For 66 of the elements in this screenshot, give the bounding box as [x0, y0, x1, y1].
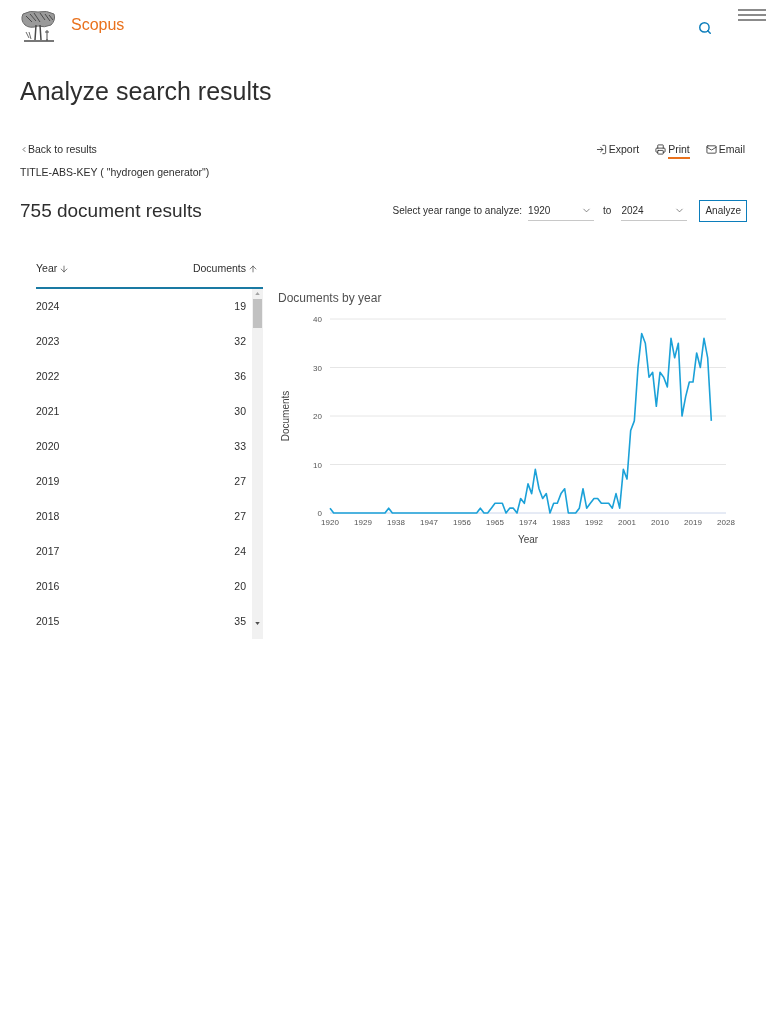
scroll-down-arrow-icon[interactable] [255, 622, 260, 625]
year-value: 2016 [36, 578, 60, 594]
back-to-results-link[interactable]: Back to results [20, 142, 97, 156]
x-tick-label: 1956 [453, 518, 471, 527]
x-tick-label: 2019 [684, 518, 702, 527]
year-value: 2018 [36, 508, 60, 524]
year-value: 2017 [36, 543, 60, 559]
analyze-button[interactable]: Analyze [699, 200, 747, 222]
y-tick-label: 10 [313, 460, 322, 470]
document-count: 30 [234, 403, 246, 419]
x-tick-label: 1947 [420, 518, 438, 527]
y-axis-title: Documents [280, 390, 291, 442]
y-tick-label: 0 [317, 509, 322, 518]
y-tick-label: 40 [313, 315, 322, 324]
document-count: 20 [234, 578, 246, 594]
document-count: 27 [234, 473, 246, 489]
search-icon[interactable] [698, 21, 712, 35]
print-button[interactable]: Print [655, 141, 690, 157]
document-count: 32 [234, 333, 246, 349]
document-count: 27 [234, 508, 246, 524]
scrollbar-track[interactable] [252, 289, 263, 639]
email-button[interactable]: Email [705, 141, 745, 157]
year-value: 2015 [36, 613, 60, 629]
year-value: 2024 [36, 298, 60, 314]
scrollbar-thumb[interactable] [253, 299, 262, 328]
document-count: 19 [234, 298, 246, 314]
results-count: 755 document results [20, 199, 202, 223]
scroll-up-arrow-icon[interactable] [255, 292, 260, 295]
x-tick-label: 1992 [585, 518, 603, 527]
document-count: 36 [234, 368, 246, 384]
export-button[interactable]: Export [595, 141, 640, 157]
year-value: 2020 [36, 438, 60, 454]
document-count: 33 [234, 438, 246, 454]
chart-title: Documents by year [278, 291, 382, 305]
menu-icon[interactable] [738, 9, 766, 21]
envelope-icon [705, 143, 717, 155]
range-separator: to [603, 205, 612, 217]
x-axis-title: Year [517, 534, 539, 545]
year-value: 2019 [36, 473, 60, 489]
x-tick-label: 1920 [321, 518, 339, 527]
year-value: 2022 [36, 368, 60, 384]
x-tick-label: 1929 [354, 518, 372, 527]
arrow-into-bracket-icon [595, 143, 607, 155]
document-count: 35 [234, 613, 246, 629]
x-tick-label: 1983 [552, 518, 570, 527]
year-value: 2023 [36, 333, 60, 349]
x-tick-label: 1938 [387, 518, 405, 527]
tree-logo-icon [20, 10, 57, 44]
x-tick-label: 2001 [618, 518, 636, 527]
year-value: 2021 [36, 403, 60, 419]
y-tick-label: 30 [313, 363, 322, 373]
x-tick-label: 2028 [717, 518, 735, 527]
chevron-left-icon [20, 144, 28, 154]
document-count: 24 [234, 543, 246, 559]
year-column-header[interactable]: Year [36, 262, 70, 275]
documents-column-header[interactable]: Documents [192, 262, 258, 275]
year-to-select[interactable]: 2024 [621, 201, 688, 221]
printer-icon [655, 143, 667, 155]
y-tick-label: 20 [313, 412, 322, 421]
year-range-label: Select year range to analyze: [392, 205, 523, 217]
search-query: TITLE-ABS-KEY ( "hydrogen generator") [20, 166, 210, 179]
x-tick-label: 1965 [486, 518, 504, 527]
x-tick-label: 1974 [519, 518, 537, 527]
year-from-select[interactable]: 1920 [528, 201, 595, 221]
x-tick-label: 2010 [651, 518, 669, 527]
page-title: Analyze search results [20, 76, 272, 107]
